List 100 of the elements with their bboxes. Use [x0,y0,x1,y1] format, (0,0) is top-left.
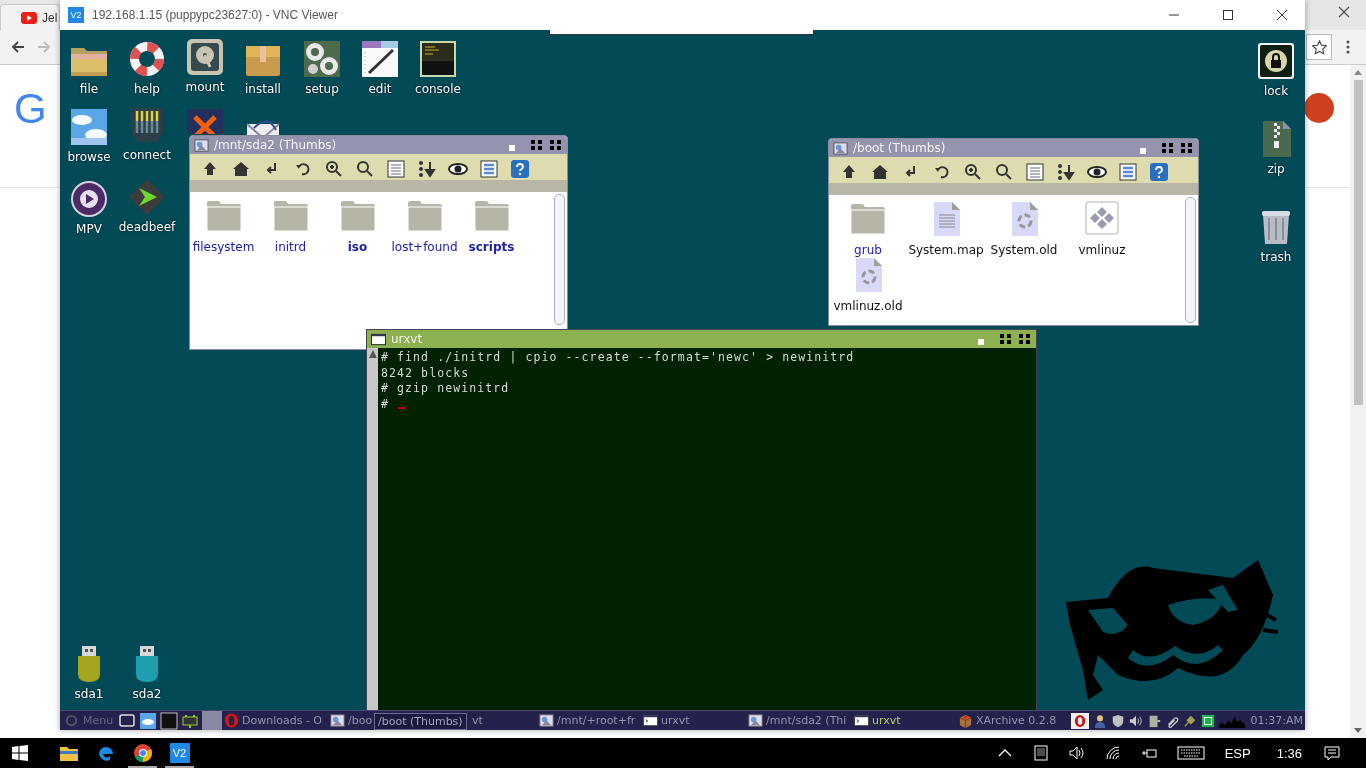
home-icon[interactable] [231,159,251,179]
icon-label[interactable]: console [415,82,461,96]
archive-box-icon[interactable] [958,713,973,728]
browser-tab[interactable]: Jel [0,4,60,30]
file-name[interactable]: vmlinuz [1078,243,1126,257]
volume-icon[interactable] [1128,713,1143,728]
help-icon[interactable] [510,159,530,179]
help-icon[interactable] [1149,162,1169,182]
icon-label[interactable]: connect [123,148,171,162]
terminal-icon[interactable] [419,40,457,78]
maximize-icon[interactable] [1161,142,1175,154]
scroll-down-icon[interactable] [1354,728,1362,733]
terminal-icon[interactable] [643,713,658,728]
task-button[interactable]: urxvt [854,713,958,728]
icon-label[interactable]: browse [67,150,111,164]
details-icon[interactable] [1118,162,1138,182]
close-icon[interactable] [1180,142,1194,154]
plug-icon[interactable] [1182,713,1197,728]
task-button[interactable]: vt [472,714,539,727]
icon-label[interactable]: deadbeef [118,220,176,234]
icon-label[interactable]: edit [368,82,392,96]
search-icon[interactable] [355,159,375,179]
file-name[interactable]: System.old [990,243,1058,257]
icon-label[interactable]: MPV [76,222,102,236]
star-icon[interactable] [1311,39,1327,55]
icon-label[interactable]: sda2 [132,687,162,701]
network-jack-icon[interactable] [128,106,166,144]
sort-icon[interactable] [417,159,437,179]
scrollbar[interactable] [1185,197,1196,323]
notification-icon[interactable] [1324,745,1340,761]
file-name[interactable]: vmlinuz.old [833,299,903,313]
clock[interactable]: 1:36 [1276,745,1302,761]
filer-icon[interactable] [330,713,345,728]
drive-icon[interactable] [186,38,224,76]
lock-icon[interactable] [1257,42,1295,80]
package-icon[interactable] [1082,201,1122,237]
task-button[interactable]: /boo /boot (Thumbs) [330,713,472,728]
address-bar[interactable] [1306,34,1332,60]
chevron-icon[interactable] [128,178,166,216]
lifebuoy-icon[interactable] [128,40,166,78]
volume-icon[interactable] [1068,745,1085,761]
user-icon[interactable] [1092,713,1107,728]
home-icon[interactable] [870,162,890,182]
scrollbar[interactable] [1350,65,1366,738]
close-icon[interactable] [1338,6,1350,18]
icon-label[interactable]: sda1 [74,687,104,701]
file-name[interactable]: filesystem [192,240,255,254]
task-button[interactable]: urxvt [643,713,748,728]
sky-icon[interactable] [70,108,108,146]
sort-icon[interactable] [1056,162,1076,182]
scrollbar[interactable] [367,348,378,710]
menu-icon[interactable] [1346,39,1350,55]
icon-label[interactable]: help [134,82,160,96]
input-language[interactable]: ESP [1224,745,1251,761]
list-icon[interactable] [1025,162,1045,182]
maximize-icon[interactable] [999,333,1013,345]
close-icon[interactable] [549,139,563,151]
badge-icon[interactable] [1304,93,1334,123]
cross-icon[interactable] [186,108,224,134]
screen-icon[interactable] [118,711,136,730]
icon-label[interactable]: lock [1263,84,1289,98]
file-name[interactable]: grub [854,243,882,257]
opera-icon[interactable] [1070,712,1089,729]
filer-icon[interactable] [539,713,554,728]
filer-icon[interactable] [748,713,763,728]
sky-icon[interactable] [139,711,157,730]
play-icon[interactable] [70,180,108,218]
shield-icon[interactable] [1110,713,1125,728]
vnc-taskbar-button[interactable]: V2 [161,738,198,768]
keyboard-icon[interactable] [1176,746,1205,760]
icon-label[interactable]: file [79,82,99,96]
task-button[interactable]: /mnt/+root+fr [539,713,643,728]
zoom-in-icon[interactable] [963,162,983,182]
file-name[interactable]: lost+found [391,240,458,254]
gears-icon[interactable] [303,40,341,78]
terminal-icon[interactable] [854,713,869,728]
wifi-icon[interactable] [1104,745,1121,761]
file-name[interactable]: System.map [908,243,984,257]
file-name[interactable]: scripts [468,240,515,254]
clock[interactable]: 01:37:AM [1250,714,1303,727]
tablet-icon[interactable] [1032,745,1049,761]
icon-label[interactable]: mount [185,80,225,94]
logo[interactable]: G [14,85,47,133]
details-icon[interactable] [479,159,499,179]
back-icon[interactable] [10,39,26,55]
icon-label[interactable]: trash [1260,250,1292,264]
start-icon[interactable] [12,745,28,761]
task-button[interactable]: Downloads - O [224,713,330,728]
icon-label[interactable]: install [245,82,281,96]
task-button[interactable]: /mnt/sda2 (Thi [748,713,854,728]
search-icon[interactable] [994,162,1014,182]
scroll-thumb[interactable] [1353,80,1363,405]
icon-label[interactable]: setup [305,82,339,96]
icon-label[interactable]: zip [1267,162,1285,176]
scrollbar[interactable] [554,194,565,325]
list-icon[interactable] [386,159,406,179]
notepad-icon[interactable] [361,40,399,78]
file-name[interactable]: iso [347,240,368,254]
task-button[interactable]: XArchive 0.2.8 [958,713,1057,728]
zoom-in-icon[interactable] [324,159,344,179]
